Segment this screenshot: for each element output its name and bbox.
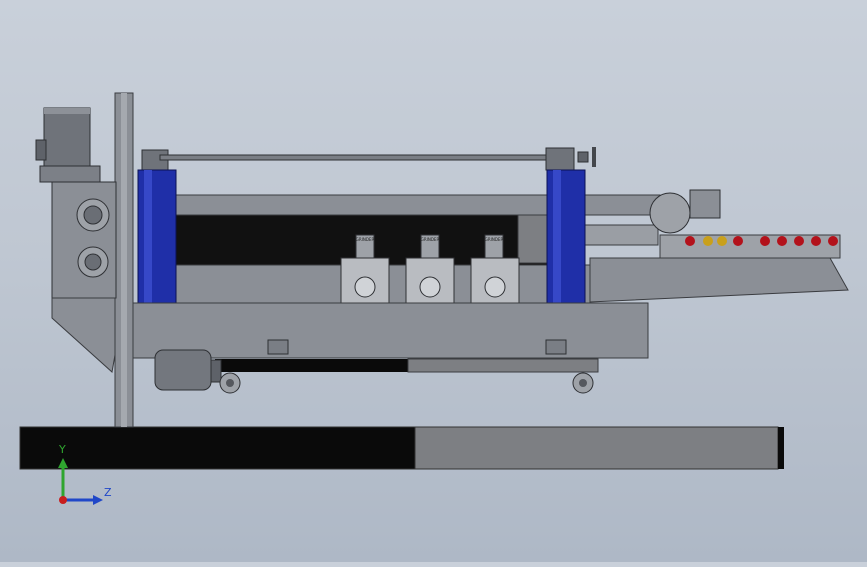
red-rollers[interactable] [685,236,838,246]
base-slab[interactable] [19,426,784,470]
bottom-wheel-left[interactable] [219,372,241,394]
axis-z-label: Z [104,486,112,499]
top-drive-shaft[interactable] [141,147,596,171]
bottom-wheel-right[interactable] [572,372,594,394]
bottom-belt[interactable] [215,358,599,373]
cad-viewport[interactable]: GRINDER GRINDER GRINDER Y Z [0,0,867,562]
axis-y-label: Y [58,443,66,456]
blue-column-right[interactable] [546,169,586,305]
left-gear-motor[interactable] [35,107,117,299]
grinder-plate-3: GRINDER [485,237,504,242]
left-frame-slope[interactable] [51,297,116,373]
lower-motor[interactable] [154,349,222,391]
grinder-plate-1: GRINDER [356,237,375,242]
left-vertical-post[interactable] [114,92,134,428]
blue-column-left[interactable] [137,169,177,305]
lower-body[interactable] [132,302,649,359]
grinder-plate-2: GRINDER [421,237,440,242]
